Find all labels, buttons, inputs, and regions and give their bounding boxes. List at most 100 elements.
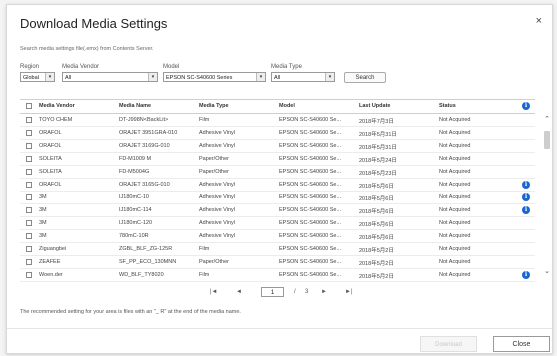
- cell-media-vendor: Ziguangbei: [39, 246, 67, 252]
- cell-media-vendor: 3M: [39, 207, 47, 214]
- row-checkbox[interactable]: [26, 258, 32, 265]
- close-icon[interactable]: ×: [536, 15, 542, 27]
- table-row[interactable]: ORAFOL ORAJET 3951GRA-010 Adhesive Vinyl EP…: [20, 127, 535, 140]
- footer-divider: [7, 328, 552, 329]
- region-select[interactable]: Global ▾: [20, 72, 55, 82]
- table-row[interactable]: TOYO CHEM DT-J998N<BackLit> Film EPSON SC-S…: [20, 114, 535, 127]
- col-media-type[interactable]: Media Type: [199, 103, 229, 109]
- first-page-icon[interactable]: |◄: [210, 289, 218, 295]
- cell-media-type: Adhesive Vinyl: [199, 207, 235, 214]
- table-row[interactable]: 3M IJ180mC-10 Adhesive Vinyl EPSON SC-S4060…: [20, 191, 535, 205]
- table-row[interactable]: Woen.der WD_BLF_TY8020 Film EPSON SC-S40600…: [20, 269, 535, 282]
- row-checkbox[interactable]: [26, 246, 32, 252]
- info-icon[interactable]: i: [522, 180, 530, 189]
- chevron-down-icon: ▾: [148, 73, 157, 81]
- cell-media-type: Adhesive Vinyl: [199, 142, 235, 149]
- search-button[interactable]: Search: [344, 72, 386, 83]
- cell-last-update: 2018年5月6日: [359, 196, 394, 203]
- cell-media-name: WD_BLF_TY8020: [119, 271, 164, 278]
- dialog-description: Search media settings file(.emx) from Co…: [20, 46, 154, 52]
- media-vendor-select[interactable]: All ▾: [62, 72, 158, 82]
- page-number-input[interactable]: 1: [261, 287, 284, 297]
- media-type-select[interactable]: All ▾: [271, 72, 335, 82]
- prev-page-icon[interactable]: ◄: [236, 289, 242, 295]
- region-value: Global: [23, 75, 39, 81]
- cell-last-update: 2018年5月24日: [359, 157, 397, 164]
- download-button[interactable]: Download: [420, 336, 477, 352]
- scroll-up-icon[interactable]: ⌃: [543, 115, 551, 123]
- row-checkbox[interactable]: [26, 129, 32, 136]
- close-button[interactable]: Close: [493, 336, 550, 352]
- cell-media-vendor: ORAFOL: [39, 181, 62, 188]
- cell-media-type: Film: [199, 271, 210, 278]
- col-model[interactable]: Model: [279, 103, 295, 109]
- cell-media-name: FD-M5004G: [119, 168, 150, 175]
- table-row[interactable]: Ziguangbei ZGBL_BLF_ZG-125R Film EPSON SC-S…: [20, 243, 535, 256]
- cell-media-name: ORAJET 3165G-010: [119, 181, 170, 188]
- info-icon[interactable]: i: [522, 206, 530, 215]
- cell-model: EPSON SC-S40600 Se...: [279, 129, 342, 136]
- row-checkbox[interactable]: [26, 271, 32, 278]
- table-row[interactable]: SOLEITA FD-M1009 M Paper/Other EPSON SC-S40…: [20, 153, 535, 166]
- row-checkbox[interactable]: [26, 168, 32, 175]
- row-checkbox[interactable]: [26, 207, 32, 214]
- info-icon[interactable]: i: [522, 193, 530, 202]
- cell-last-update: 2018年5月6日: [359, 222, 394, 229]
- cell-status: Not Acquired: [439, 129, 471, 136]
- media-table: Media Vendor Media Name Media Type Model…: [20, 99, 535, 283]
- scroll-down-icon[interactable]: ⌄: [543, 267, 551, 275]
- cell-media-type: Adhesive Vinyl: [199, 233, 235, 240]
- table-row[interactable]: 3M IJ180mC-114 Adhesive Vinyl EPSON SC-S406…: [20, 204, 535, 218]
- info-icon[interactable]: i: [522, 102, 530, 110]
- col-status[interactable]: Status: [439, 103, 456, 109]
- cell-media-type: Adhesive Vinyl: [199, 129, 235, 136]
- scrollbar-thumb[interactable]: [544, 131, 550, 149]
- row-checkbox[interactable]: [26, 194, 32, 201]
- info-icon[interactable]: i: [522, 270, 530, 279]
- table-row[interactable]: ZEAFEE SF_PP_ECO_130MNN Paper/Other EPSON S…: [20, 256, 535, 269]
- cell-model: EPSON SC-S40600 Se...: [279, 155, 342, 162]
- cell-status: Not Acquired: [439, 207, 471, 214]
- media-vendor-value: All: [65, 75, 72, 81]
- cell-last-update: 2018年5月31日: [359, 131, 397, 138]
- media-type-value: All: [274, 75, 281, 81]
- cell-last-update: 2018年5月2日: [359, 273, 394, 280]
- table-row[interactable]: SOLEITA FD-M5004G Paper/Other EPSON SC-S406…: [20, 166, 535, 179]
- row-checkbox[interactable]: [26, 233, 32, 240]
- cell-status: Not Acquired: [439, 220, 471, 227]
- cell-last-update: 2018年5月6日: [359, 183, 394, 190]
- select-all-checkbox[interactable]: [26, 103, 32, 109]
- cell-media-name: ZGBL_BLF_ZG-125R: [119, 246, 173, 252]
- row-checkbox[interactable]: [26, 220, 32, 227]
- table-row[interactable]: 3M IJ180mC-120 Adhesive Vinyl EPSON SC-S406…: [20, 217, 535, 231]
- cell-media-vendor: 3M: [39, 233, 47, 240]
- col-media-name[interactable]: Media Name: [119, 103, 151, 109]
- cell-model: EPSON SC-S40600 Se...: [279, 246, 342, 252]
- cell-last-update: 2018年5月6日: [359, 235, 394, 242]
- cell-status: Not Acquired: [439, 168, 471, 175]
- col-last-update[interactable]: Last Update: [359, 103, 390, 109]
- model-select[interactable]: EPSON SC-S40600 Series ▾: [163, 72, 266, 82]
- next-page-icon[interactable]: ►: [321, 289, 327, 295]
- media-type-label: Media Type: [271, 64, 302, 70]
- cell-model: EPSON SC-S40600 Se...: [279, 220, 342, 227]
- row-checkbox[interactable]: [26, 155, 32, 162]
- table-row[interactable]: ORAFOL ORAJET 3165G-010 Adhesive Vinyl EPSO…: [20, 179, 535, 192]
- media-vendor-label: Media Vendor: [62, 64, 100, 70]
- cell-media-name: IJ180mC-120: [119, 220, 153, 227]
- cell-media-vendor: TOYO CHEM: [39, 117, 73, 123]
- last-page-icon[interactable]: ►|: [345, 289, 353, 295]
- cell-status: Not Acquired: [439, 246, 471, 252]
- row-checkbox[interactable]: [26, 181, 32, 188]
- cell-last-update: 2018年5月2日: [359, 248, 394, 254]
- row-checkbox[interactable]: [26, 142, 32, 149]
- table-row[interactable]: ORAFOL ORAJET 3169G-010 Adhesive Vinyl EPSO…: [20, 140, 535, 153]
- row-checkbox[interactable]: [26, 117, 32, 123]
- table-row[interactable]: 3M 780mC-10R Adhesive Vinyl EPSON SC-S40600…: [20, 230, 535, 244]
- cell-media-type: Adhesive Vinyl: [199, 181, 235, 188]
- cell-last-update: 2018年5月6日: [359, 209, 394, 216]
- cell-media-type: Paper/Other: [199, 168, 229, 175]
- cell-last-update: 2018年5月2日: [359, 260, 394, 267]
- cell-media-vendor: SOLEITA: [39, 168, 62, 175]
- col-media-vendor[interactable]: Media Vendor: [39, 103, 75, 109]
